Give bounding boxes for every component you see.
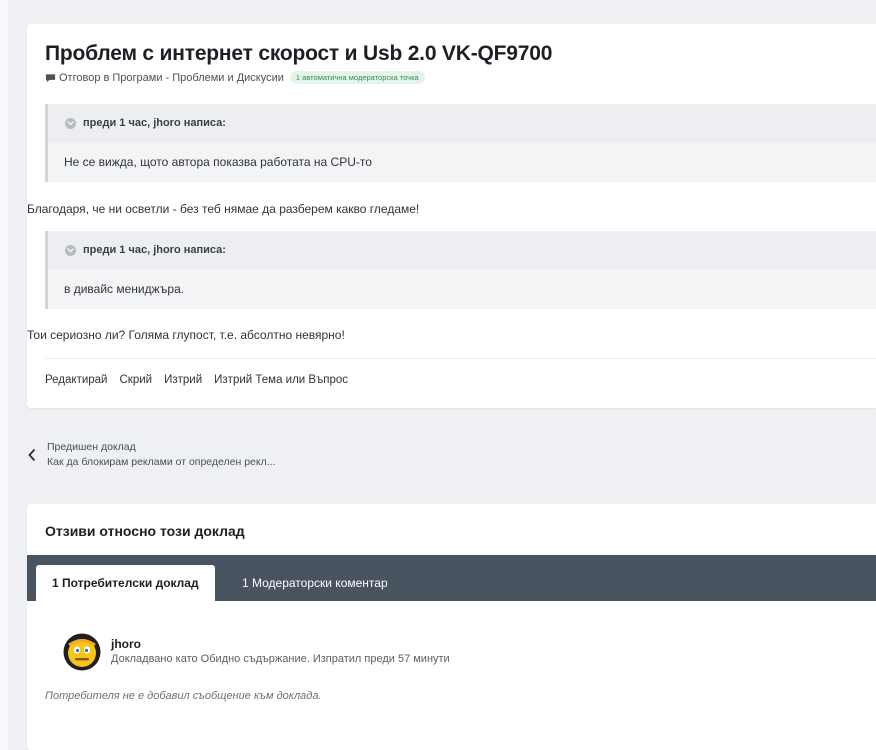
report-meta: Отговор в Програми - Проблеми и Дискусии… [45,71,425,84]
previous-report-link[interactable]: Предишен доклад Как да блокирам реклами … [27,440,276,470]
quote-header: преди 1 час, jhoro написа: [48,104,876,142]
feedback-title: Отзиви относно този доклад [45,523,245,539]
post-actions: Редактирай Скрий Изтрий Изтрий Тема или … [45,374,348,386]
delete-button[interactable]: Изтрий [164,374,202,386]
divider [45,358,876,359]
post-paragraph: Благодаря, че ни осветли - без теб нямае… [27,202,420,216]
previous-report-title[interactable]: Как да блокирам реклами от определен рек… [47,455,276,470]
emoji-avatar[interactable] [63,633,101,671]
quote-block: преди 1 час, jhoro написа: в дивайс мени… [45,231,876,309]
quote-block: преди 1 час, jhoro написа: Не се вижда, … [45,104,876,182]
edit-button[interactable]: Редактирай [45,374,107,386]
tab-user-reports[interactable]: 1 Потребителски доклад [36,565,215,601]
previous-report-text: Предишен доклад Как да блокирам реклами … [47,440,276,470]
quote-header: преди 1 час, jhoro написа: [48,231,876,269]
tab-bar: 1 Потребителски доклад 1 Модераторски ко… [27,555,876,601]
quote-header-text: преди 1 час, jhoro написа: [83,117,226,129]
report-meta: Докладвано като Обидно съдържание. Изпра… [111,653,450,665]
quote-body: в дивайс мениджъра. [64,282,185,296]
report-title[interactable]: Проблем с интернет скорост и Usb 2.0 VK-… [45,42,552,66]
quote-header-text: преди 1 час, jhoro написа: [83,244,226,256]
chevron-left-icon [28,448,36,462]
quote-circle-icon [65,117,76,129]
tab-moderator-comments[interactable]: 1 Модераторски коментар [226,565,404,601]
hide-button[interactable]: Скрий [119,374,152,386]
report-card: Проблем с интернет скорост и Usb 2.0 VK-… [27,24,876,408]
left-edge [0,0,8,750]
reporter-name[interactable]: jhoro [111,637,141,651]
post-paragraph: Тои сериозно ли? Голяма глупост, т.е. аб… [27,328,345,342]
no-message-note: Потребителя не е добавил съобщение към д… [45,690,322,702]
delete-topic-button[interactable]: Изтрий Тема или Въпрос [214,374,348,386]
previous-report-label: Предишен доклад [47,441,136,453]
moderation-badge: 1 автоматична модераторска точка [289,71,425,84]
comment-bubble-icon [45,73,56,82]
quote-circle-icon [65,244,76,256]
meta-text[interactable]: Отговор в Програми - Проблеми и Дискусии [59,72,284,84]
feedback-card: Отзиви относно този доклад 1 Потребителс… [27,504,876,750]
quote-body: Не се вижда, щото автора показва работат… [64,155,372,169]
